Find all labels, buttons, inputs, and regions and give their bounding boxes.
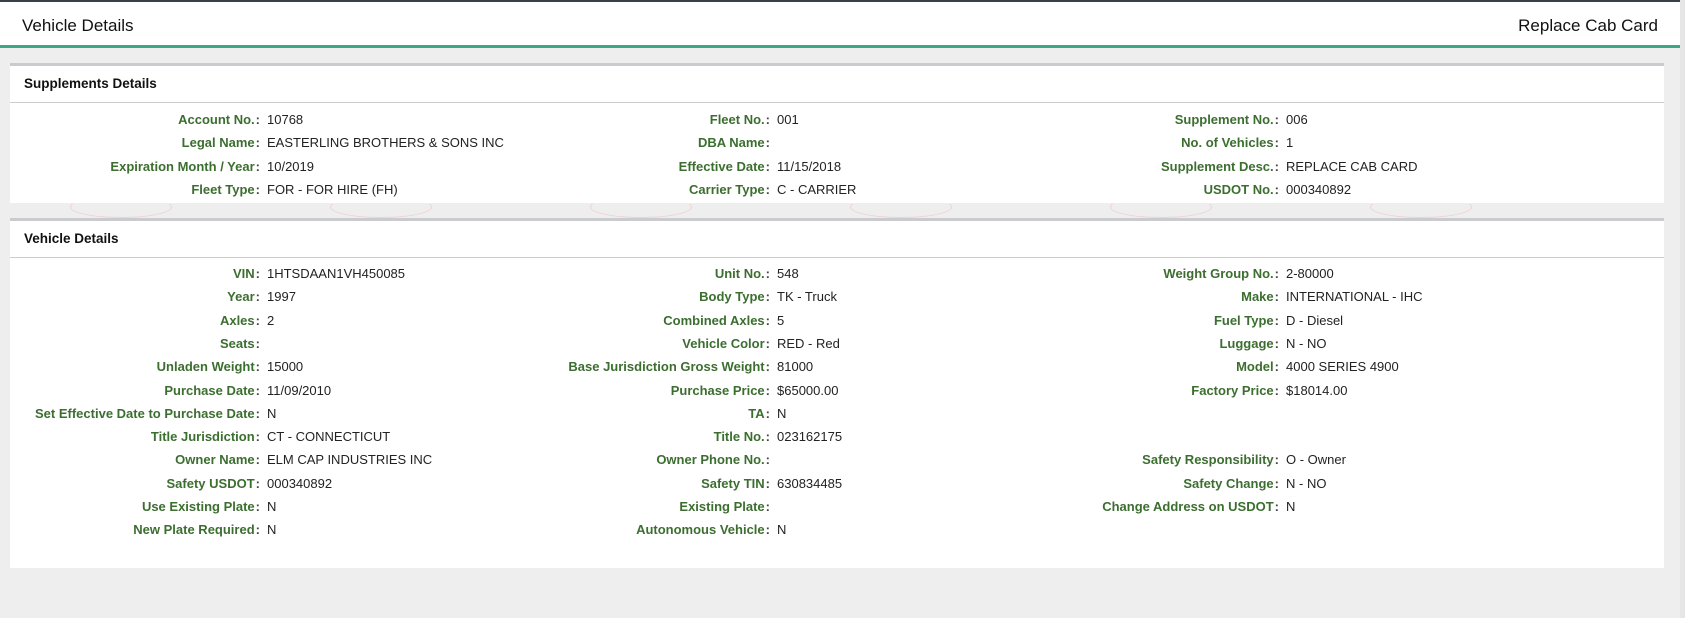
field-separator: : (1274, 335, 1279, 351)
field-label: Safety Change: (1183, 474, 1279, 494)
field-safety-responsibility: Safety Responsibility: O - Owner (10, 450, 1664, 470)
field-value: N - NO (1286, 335, 1327, 351)
field-value: 023162175 (777, 429, 843, 445)
field-separator: : (1274, 359, 1279, 375)
field-label-text: Change Address on USDOT (1102, 499, 1274, 514)
field-factory-price: Factory Price: $18014.00 (10, 381, 1664, 401)
field-ta: TA: N (10, 404, 1664, 424)
field-label: Supplement Desc.: (1161, 157, 1279, 177)
field-separator: : (1274, 158, 1279, 174)
watermark-mark (590, 204, 692, 218)
watermark-mark (70, 204, 172, 218)
field-label-text: Autonomous Vehicle (636, 522, 765, 538)
field-separator: : (765, 429, 770, 445)
field-separator: : (1274, 112, 1279, 127)
supplements-panel: Supplements Details Account No.: 10768 Fle… (10, 63, 1664, 203)
field-value: N (1286, 499, 1296, 514)
field-label: TA: (748, 404, 770, 424)
field-label: Change Address on USDOT: (1102, 497, 1279, 517)
field-no-of-vehicles: No. of Vehicles: 1 (10, 133, 1664, 153)
field-model: Model: 4000 SERIES 4900 (10, 357, 1664, 377)
field-label-text: Factory Price (1191, 382, 1274, 398)
field-label-text: TA (748, 405, 765, 421)
field-label-text: USDOT No. (1203, 181, 1274, 197)
field-value: REPLACE CAB CARD (1286, 158, 1418, 174)
supplements-panel-title: Supplements Details (10, 66, 1664, 103)
field-make: Make: INTERNATIONAL - IHC (10, 287, 1664, 307)
field-separator: : (765, 405, 770, 421)
field-title-no: Title No.: 023162175 (10, 427, 1664, 447)
page-title: Vehicle Details (22, 16, 134, 35)
action-title: Replace Cab Card (1518, 16, 1658, 35)
field-separator: : (1274, 452, 1279, 468)
field-label: Luggage: (1219, 334, 1279, 354)
field-label: Title No.: (714, 427, 770, 447)
field-separator: : (1274, 382, 1279, 398)
field-label-text: Supplement No. (1174, 112, 1274, 127)
field-label: Weight Group No.: (1163, 264, 1279, 284)
field-separator: : (1274, 266, 1279, 281)
field-label-text: Fuel Type (1213, 312, 1274, 328)
field-fuel-type: Fuel Type: D - Diesel (10, 311, 1664, 331)
field-weight-group-no: Weight Group No.: 2-80000 (10, 264, 1664, 284)
field-value: 1 (1286, 135, 1294, 151)
field-label-text: Luggage (1219, 335, 1274, 351)
field-value: 000340892 (1286, 181, 1352, 197)
field-separator: : (1274, 475, 1279, 491)
page-header: Vehicle Details Replace Cab Card (0, 0, 1680, 48)
field-label: Model: (1236, 357, 1279, 377)
field-label: Fuel Type: (1214, 311, 1279, 331)
field-label: Factory Price: (1191, 381, 1279, 401)
field-label: Safety Responsibility: (1142, 450, 1279, 470)
field-usdot-no: USDOT No.: 000340892 (10, 180, 1664, 200)
field-label-text: Supplement Desc. (1160, 158, 1274, 174)
watermark-mark (1370, 204, 1472, 218)
field-separator: : (1274, 312, 1279, 328)
field-label-text: Model (1236, 359, 1274, 375)
field-value: $18014.00 (1286, 382, 1348, 398)
watermark-strip (10, 204, 1664, 218)
field-label: Make: (1241, 287, 1279, 307)
field-label-text: Title No. (713, 429, 765, 445)
field-value: 006 (1286, 112, 1308, 127)
field-value: D - Diesel (1286, 312, 1344, 328)
field-value: O - Owner (1286, 452, 1346, 468)
field-label: No. of Vehicles: (1181, 133, 1279, 153)
field-supplement-no: Supplement No.: 006 (10, 110, 1664, 130)
field-value: INTERNATIONAL - IHC (1286, 289, 1423, 305)
field-luggage: Luggage: N - NO (10, 334, 1664, 354)
field-label-text: Safety Responsibility (1142, 452, 1274, 468)
field-label: USDOT No.: (1204, 180, 1279, 200)
field-label: Autonomous Vehicle: (636, 520, 770, 540)
field-label-text: No. of Vehicles (1181, 135, 1274, 151)
watermark-mark (850, 204, 952, 218)
vehicle-panel: Vehicle Details VIN: 1HTSDAAN1VH450085 Uni… (10, 218, 1664, 568)
field-value: 2-80000 (1286, 266, 1334, 281)
field-value: N (777, 405, 787, 421)
field-separator: : (765, 522, 770, 538)
field-separator: : (1274, 499, 1279, 514)
field-label-text: Make (1241, 289, 1274, 305)
field-label: Supplement No.: (1175, 110, 1279, 130)
field-label-text: Weight Group No. (1163, 266, 1274, 281)
vehicle-panel-title: Vehicle Details (10, 221, 1664, 258)
watermark-mark (1110, 204, 1212, 218)
field-separator: : (1274, 289, 1279, 305)
field-value: N (777, 522, 787, 538)
watermark-mark (330, 204, 432, 218)
field-value: N - NO (1286, 475, 1327, 491)
field-separator: : (1274, 181, 1279, 197)
field-change-address-on-usdot: Change Address on USDOT: N (10, 497, 1664, 517)
field-supplement-desc: Supplement Desc.: REPLACE CAB CARD (10, 157, 1664, 177)
field-label-text: Safety Change (1183, 475, 1274, 491)
field-separator: : (1274, 135, 1279, 151)
field-safety-change: Safety Change: N - NO (10, 474, 1664, 494)
field-autonomous-vehicle: Autonomous Vehicle: N (10, 520, 1664, 540)
scrollbar[interactable] (1680, 0, 1685, 618)
field-value: 4000 SERIES 4900 (1286, 359, 1399, 375)
